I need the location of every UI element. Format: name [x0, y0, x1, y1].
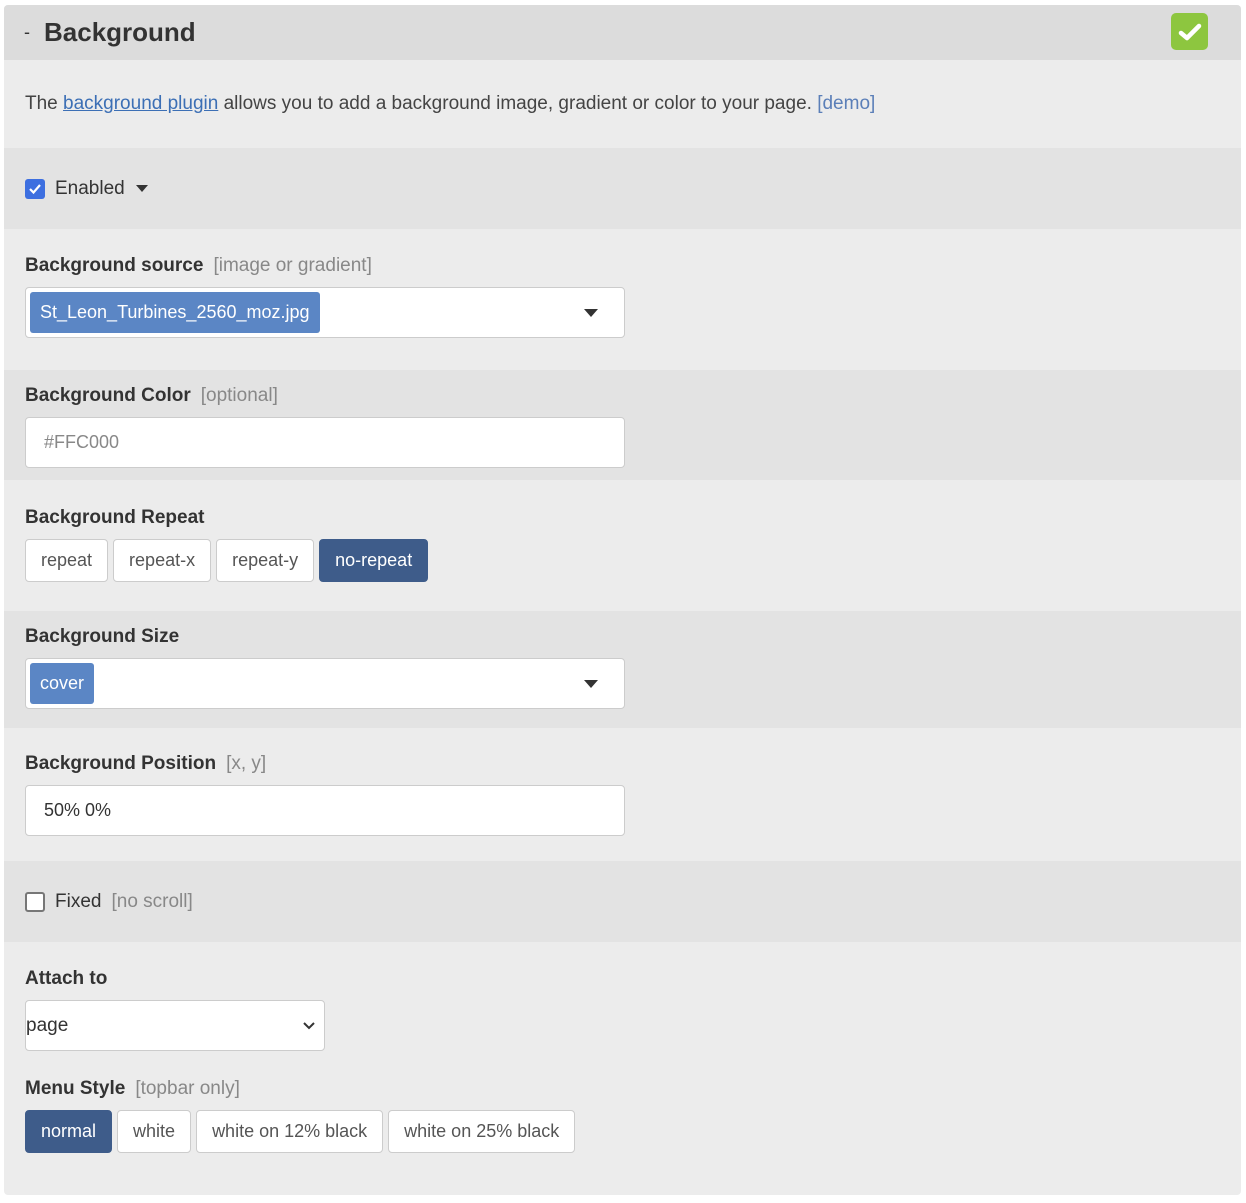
color-placeholder: #FFC000 [44, 432, 120, 452]
background-plugin-panel: - Background The background plugin allow… [4, 5, 1241, 1195]
position-value: 50% 0% [44, 800, 112, 820]
position-hint: [x, y] [226, 753, 267, 774]
color-input[interactable]: #FFC000 [25, 417, 625, 468]
menu-style-white-25[interactable]: white on 25% black [388, 1110, 576, 1153]
repeat-section: Background Repeat repeat repeat-x repeat… [4, 480, 1241, 611]
position-label: Background Position [25, 753, 217, 774]
source-hint: [image or gradient] [213, 255, 372, 276]
menu-style-normal[interactable]: normal [25, 1110, 113, 1153]
enabled-row: Enabled [4, 148, 1241, 229]
menu-style-label: Menu Style [25, 1078, 126, 1099]
enabled-label: Enabled [55, 177, 125, 199]
position-section: Background Position [x, y] 50% 0% [4, 728, 1241, 861]
enabled-dropdown-caret-icon[interactable] [135, 185, 148, 192]
demo-link[interactable]: [demo] [817, 93, 875, 114]
chevron-down-icon[interactable] [302, 1021, 316, 1031]
background-plugin-link[interactable]: background plugin [63, 93, 218, 114]
repeat-option-repeat-x[interactable]: repeat-x [113, 539, 212, 582]
repeat-option-no-repeat[interactable]: no-repeat [319, 539, 429, 582]
attach-label: Attach to [25, 968, 108, 989]
color-hint: [optional] [200, 385, 278, 406]
fixed-hint: [no scroll] [111, 890, 193, 912]
fixed-checkbox[interactable] [25, 891, 45, 912]
color-section: Background Color [optional] #FFC000 [4, 370, 1241, 480]
size-select[interactable]: cover [25, 658, 625, 709]
repeat-label: Background Repeat [25, 507, 205, 528]
menu-style-white[interactable]: white [117, 1110, 192, 1153]
panel-title: Background [44, 17, 196, 47]
position-input[interactable]: 50% 0% [25, 785, 625, 836]
check-icon [1171, 13, 1208, 50]
attach-value: page [26, 1014, 69, 1036]
size-selected-tag[interactable]: cover [30, 663, 95, 704]
collapse-toggle[interactable]: - [24, 22, 30, 43]
caret-down-icon[interactable] [584, 680, 598, 688]
source-select[interactable]: St_Leon_Turbines_2560_moz.jpg [25, 287, 625, 338]
size-label: Background Size [25, 626, 180, 647]
attach-section: Attach to page Menu Style [topbar only] n… [4, 942, 1241, 1153]
source-section: Background source [image or gradient] St_… [4, 229, 1241, 370]
panel-header[interactable]: - Background [4, 5, 1241, 60]
menu-style-white-12[interactable]: white on 12% black [196, 1110, 384, 1153]
intro-body: allows you to add a background image, gr… [223, 93, 812, 114]
source-selected-tag[interactable]: St_Leon_Turbines_2560_moz.jpg [30, 292, 320, 333]
size-section: Background Size cover [4, 611, 1241, 728]
fixed-row: Fixed [no scroll] [4, 861, 1241, 942]
menu-style-hint: [topbar only] [135, 1078, 240, 1099]
intro-prefix: The [25, 93, 58, 114]
intro-text: The background plugin allows you to add … [4, 60, 1241, 148]
color-label: Background Color [25, 385, 191, 406]
attach-select[interactable]: page [25, 1000, 325, 1051]
caret-down-icon[interactable] [584, 309, 598, 317]
repeat-option-repeat[interactable]: repeat [25, 539, 109, 582]
repeat-option-repeat-y[interactable]: repeat-y [216, 539, 315, 582]
source-label: Background source [25, 255, 204, 276]
enabled-checkbox[interactable] [25, 178, 45, 199]
fixed-label: Fixed [55, 890, 102, 912]
